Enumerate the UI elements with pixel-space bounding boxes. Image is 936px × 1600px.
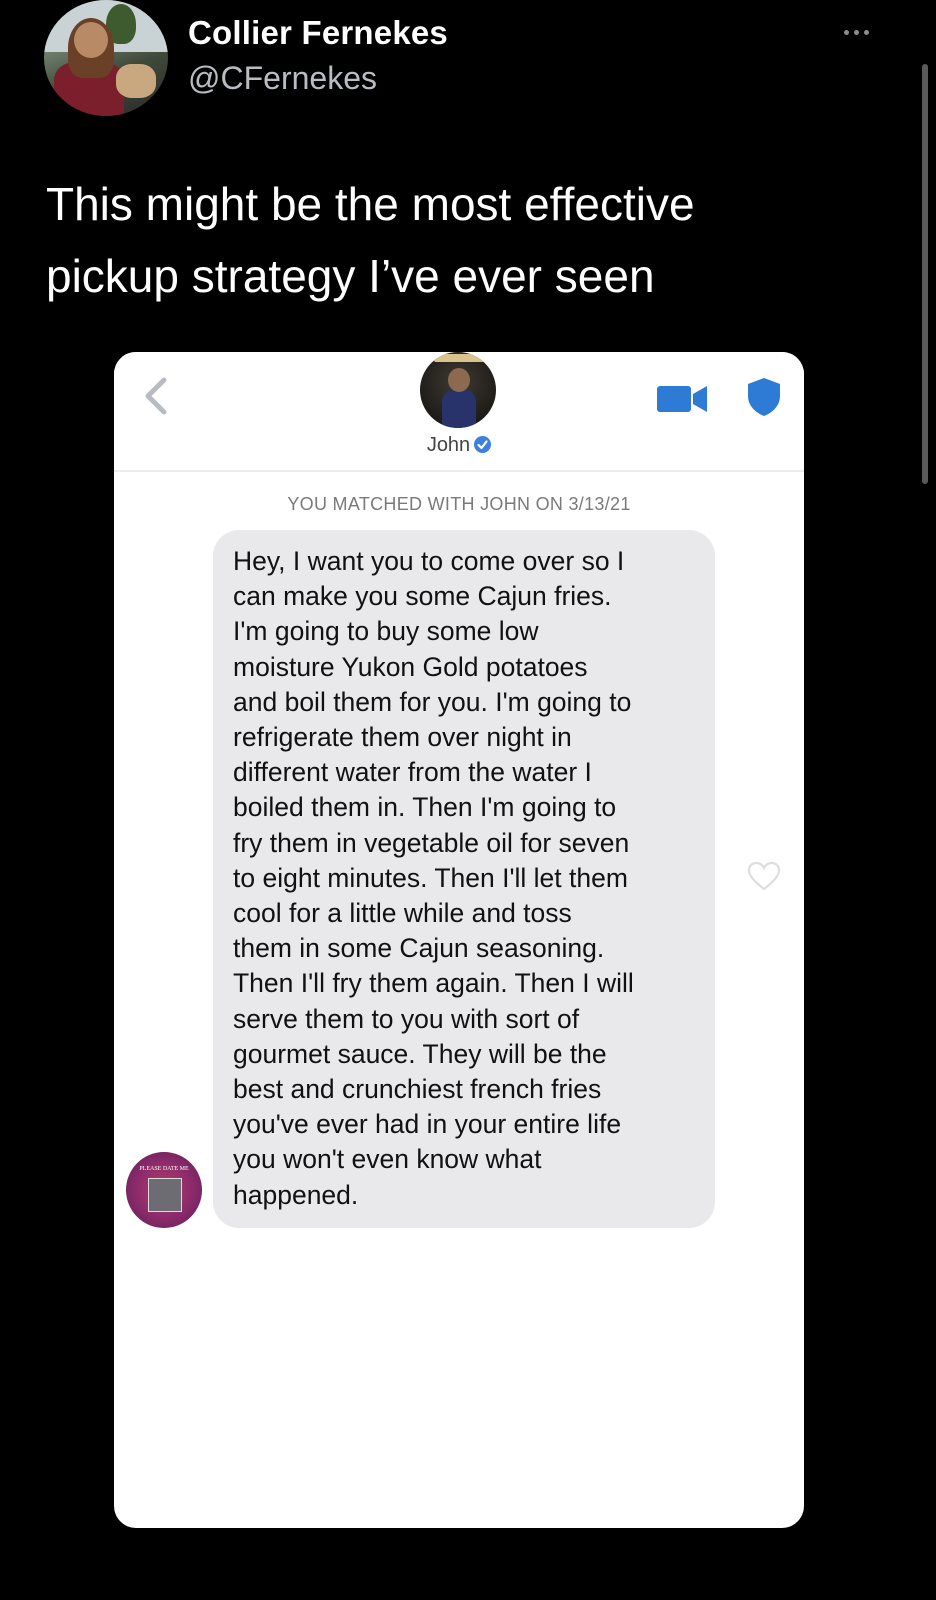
shield-icon[interactable] bbox=[746, 376, 782, 418]
match-notice: YOU MATCHED WITH JOHN ON 3/13/21 bbox=[287, 494, 631, 514]
sender-avatar-caption: PLEASE DATE ME bbox=[139, 1166, 189, 1172]
message-text: Hey, I want you to come over so I can ma… bbox=[233, 546, 634, 1210]
embedded-screenshot[interactable]: John YOU MATCHED WITH JOHN ON 3/13/21 He… bbox=[114, 352, 804, 1528]
verified-check-icon bbox=[474, 436, 492, 453]
heart-outline-icon[interactable] bbox=[746, 860, 782, 892]
more-options-icon[interactable] bbox=[836, 22, 876, 42]
tweet-text: This might be the most effective pickup … bbox=[46, 178, 695, 302]
tweet-author-avatar[interactable] bbox=[44, 0, 168, 116]
chat-header: John bbox=[114, 352, 804, 472]
contact-name: John bbox=[426, 434, 471, 456]
tweet-display-name[interactable]: Collier Fernekes bbox=[188, 14, 448, 52]
chevron-left-icon[interactable] bbox=[138, 374, 174, 418]
sender-avatar[interactable]: PLEASE DATE ME bbox=[126, 1152, 202, 1228]
scrollbar[interactable] bbox=[922, 64, 928, 484]
message-bubble[interactable]: Hey, I want you to come over so I can ma… bbox=[213, 530, 715, 1228]
tweet-handle[interactable]: @CFernekes bbox=[188, 60, 377, 97]
video-call-icon[interactable] bbox=[657, 384, 709, 414]
contact-name-row[interactable]: John bbox=[114, 434, 804, 457]
contact-avatar[interactable] bbox=[420, 352, 496, 428]
